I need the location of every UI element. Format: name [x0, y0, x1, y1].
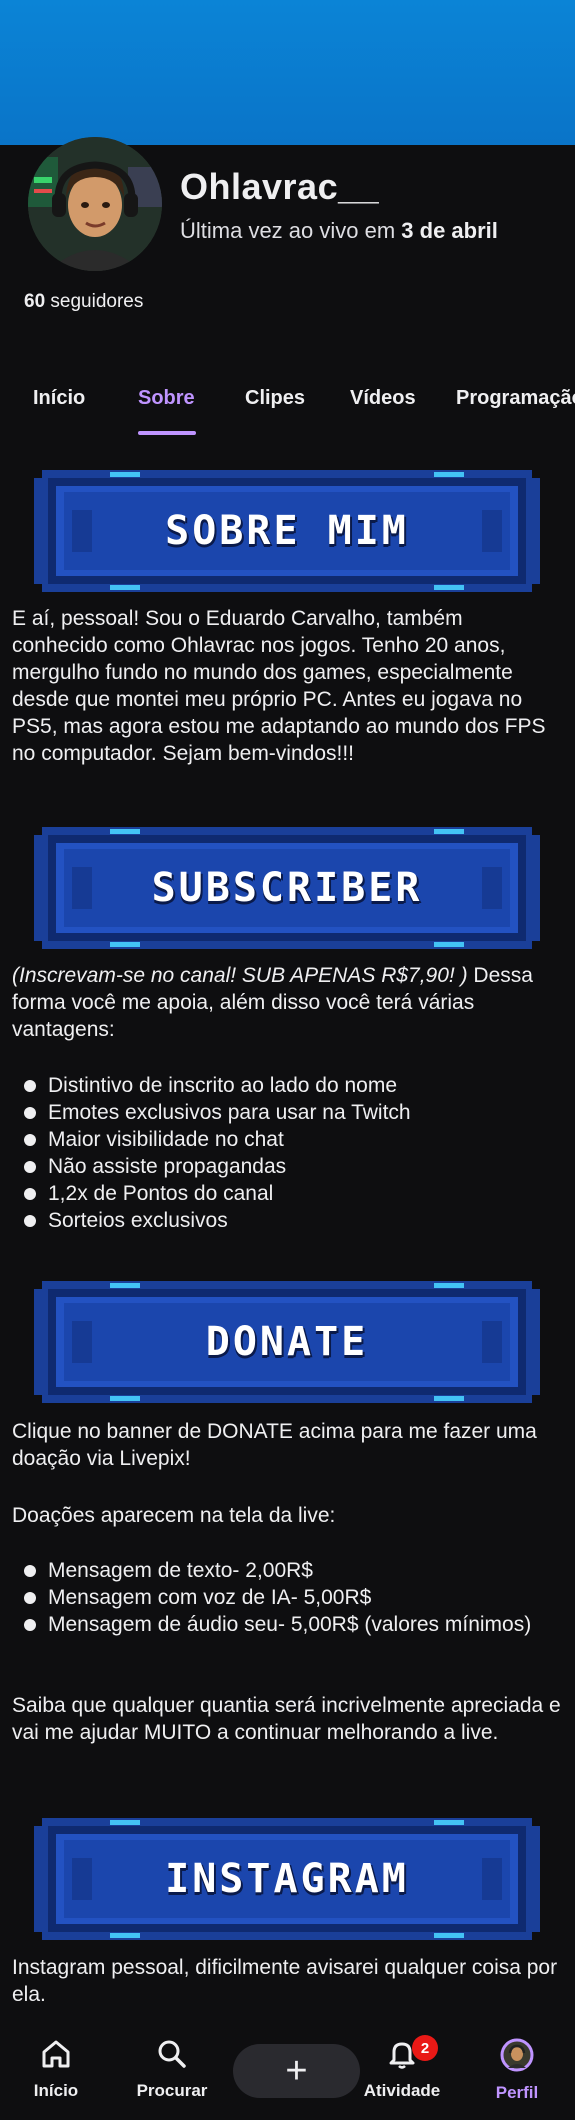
panel-text-subscriber: (Inscrevam-se no canal! SUB APENAS R$7,9…: [12, 962, 562, 1043]
nav-profile-label: Perfil: [495, 2083, 539, 2102]
panel-text-donate-1: Clique no banner de DONATE acima para me…: [12, 1420, 537, 1470]
panel-text-instagram: Instagram pessoal, dificilmente avisarei…: [12, 1956, 558, 2006]
tab-inicio[interactable]: Início: [33, 387, 85, 410]
followers-number: 60: [24, 291, 46, 312]
tab-programacao[interactable]: Programação: [456, 387, 575, 410]
list-item: Distintivo de inscrito ao lado do nome: [12, 1072, 562, 1099]
list-item: Emotes exclusivos para usar na Twitch: [12, 1099, 562, 1126]
nav-home-label: Início: [33, 2081, 79, 2100]
followers-count: 60 seguidores: [24, 291, 143, 313]
create-button[interactable]: +: [233, 2044, 360, 2098]
nav-home[interactable]: Início: [30, 2038, 82, 2101]
tab-clipes[interactable]: Clipes: [245, 387, 305, 410]
avatar[interactable]: [28, 137, 162, 271]
tab-videos[interactable]: Vídeos: [350, 387, 416, 410]
last-live-status: Última vez ao vivo em 3 de abril: [180, 218, 498, 244]
channel-name: Ohlavrac__: [180, 166, 380, 207]
profile-avatar-icon: [500, 2038, 534, 2072]
banner-title: SOBRE MIM: [165, 508, 409, 554]
nav-activity-label: Atividade: [363, 2081, 441, 2100]
subscriber-intro-italic: (Inscrevam-se no canal! SUB APENAS R$7,9…: [12, 964, 468, 987]
notification-badge: 2: [412, 2035, 438, 2061]
last-live-date: 3 de abril: [401, 218, 498, 243]
panel-banner-subscriber[interactable]: SUBSCRIBER: [34, 827, 540, 949]
list-item: Mensagem de áudio seu- 5,00R$ (valores m…: [12, 1611, 562, 1638]
list-item: 1,2x de Pontos do canal: [12, 1180, 562, 1207]
panel-banner-donate[interactable]: DONATE: [34, 1281, 540, 1403]
active-tab-indicator: [138, 431, 196, 435]
followers-label: seguidores: [45, 291, 144, 312]
list-item: Mensagem com voz de IA- 5,00R$: [12, 1584, 562, 1611]
tab-sobre[interactable]: Sobre: [138, 387, 195, 410]
list-item: Sorteios exclusivos: [12, 1207, 562, 1234]
panel-text-sobre: E aí, pessoal! Sou o Eduardo Carvalho, t…: [12, 607, 546, 765]
subscriber-benefits: Distintivo de inscrito ao lado do nome E…: [12, 1072, 562, 1234]
search-icon: [158, 2040, 186, 2068]
last-live-prefix: Última vez ao vivo em: [180, 218, 402, 243]
banner-title: DONATE: [205, 1319, 369, 1365]
nav-search[interactable]: Procurar: [132, 2038, 212, 2101]
nav-search-label: Procurar: [136, 2081, 208, 2100]
home-icon: [42, 2040, 70, 2068]
list-item: Mensagem de texto- 2,00R$: [12, 1557, 562, 1584]
list-item: Não assiste propagandas: [12, 1153, 562, 1180]
list-item: Maior visibilidade no chat: [12, 1126, 562, 1153]
banner-title: SUBSCRIBER: [151, 865, 423, 911]
panel-text-donate-3: Saiba que qualquer quantia será incrivel…: [12, 1694, 561, 1744]
channel-tabs: Início Sobre Clipes Vídeos Programação: [0, 375, 575, 439]
avatar-image: [28, 137, 162, 271]
bottom-nav: Início Procurar + Atividade 2 Perfil: [0, 2024, 575, 2120]
panel-banner-sobre-mim[interactable]: SOBRE MIM: [34, 470, 540, 592]
channel-banner: [0, 0, 575, 145]
donate-list: Mensagem de texto- 2,00R$ Mensagem com v…: [12, 1557, 562, 1638]
panel-text-donate-2: Doações aparecem na tela da live:: [12, 1504, 336, 1527]
panel-banner-instagram[interactable]: INSTAGRAM: [34, 1818, 540, 1940]
nav-profile[interactable]: Perfil: [493, 2038, 541, 2103]
banner-title: INSTAGRAM: [165, 1856, 409, 1902]
